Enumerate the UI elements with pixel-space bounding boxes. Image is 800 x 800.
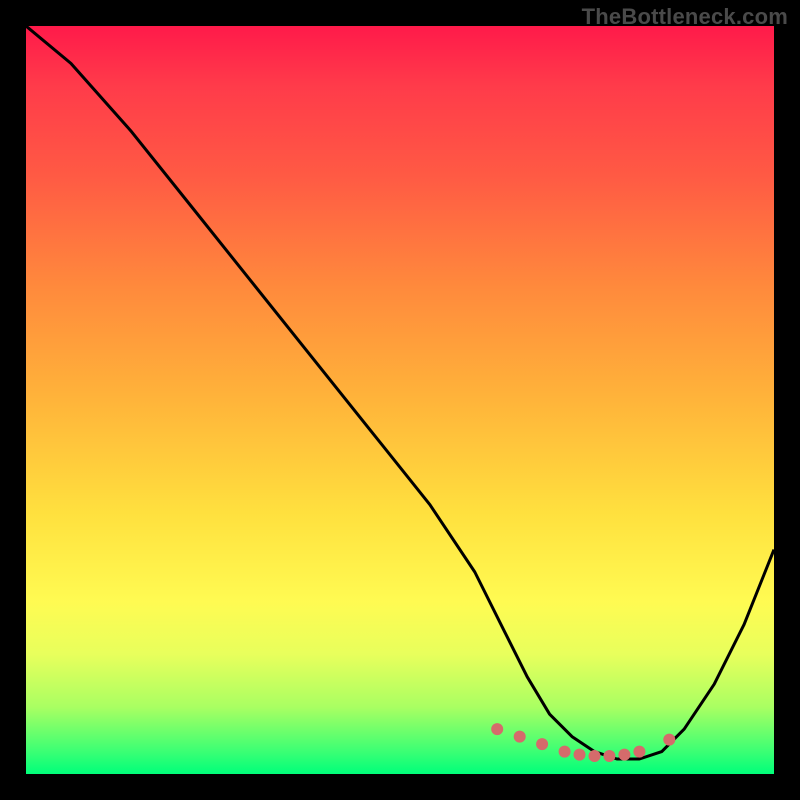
chart-svg	[26, 26, 774, 774]
marker-dot	[603, 750, 615, 762]
marker-dot	[536, 738, 548, 750]
marker-dot	[491, 723, 503, 735]
marker-dot	[589, 750, 601, 762]
marker-dot	[633, 746, 645, 758]
marker-dot	[663, 734, 675, 746]
chart-plot-area	[26, 26, 774, 774]
marker-dot	[574, 749, 586, 761]
chart-frame: TheBottleneck.com	[0, 0, 800, 800]
marker-dot	[514, 731, 526, 743]
marker-dot	[559, 746, 571, 758]
watermark-text: TheBottleneck.com	[582, 4, 788, 30]
bottleneck-curve	[26, 26, 774, 759]
marker-dot	[618, 749, 630, 761]
